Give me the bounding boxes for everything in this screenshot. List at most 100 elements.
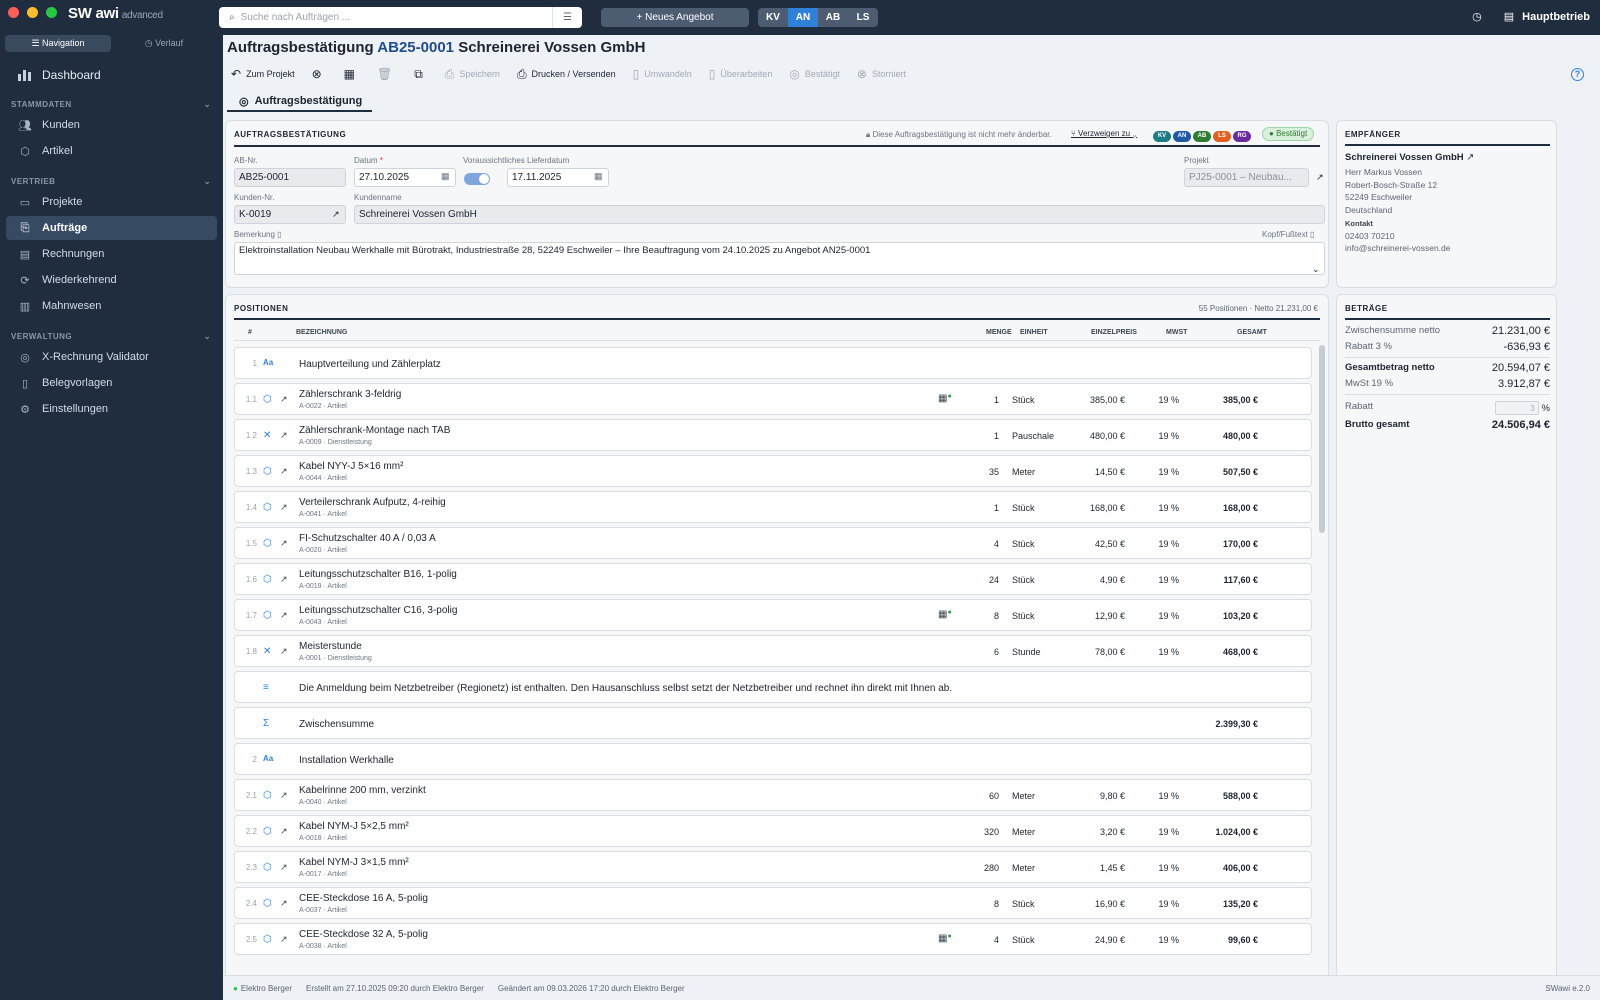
position-row[interactable]: 1.6 ⬡ ↗ Leitungsschutzschalter B16, 1-polig… [234, 563, 1312, 595]
sidebar-item-xrechnung[interactable]: ◎ X-Rechnung Validator [6, 345, 217, 369]
position-row[interactable]: 2.5 ⬡ ↗ CEE-Steckdose 32 A, 5-polig A-0038 ·… [234, 923, 1312, 955]
header-footer-label[interactable]: Kopf/Fußtext ▯ [1262, 230, 1314, 239]
help-icon[interactable]: ? [1571, 68, 1584, 81]
open-link-icon[interactable]: ↗ [332, 209, 340, 220]
open-link-icon[interactable]: ↗ [280, 646, 288, 657]
filter-menu-icon[interactable]: ☰ [552, 7, 582, 28]
subtotal-row[interactable]: Σ Zwischensumme 2.399,30 € [234, 707, 1312, 739]
open-link-icon[interactable]: ↗ [280, 574, 288, 585]
position-row[interactable]: 1.3 ⬡ ↗ Kabel NYY-J 5×16 mm² A-0044 · Artike… [234, 455, 1312, 487]
search-input[interactable]: ⌕ Suche nach Aufträgen ... ☰ [219, 7, 582, 28]
position-row[interactable]: 1.1 ⬡ ↗ Zählerschrank 3-feldrig A-0022 · Art… [234, 383, 1312, 415]
sidebar-item-projekte[interactable]: ▭ Projekte [6, 190, 217, 214]
sidebar-section-stammdaten[interactable]: STAMMDATEN ⌄ [11, 100, 211, 109]
history-icon[interactable]: ◷ [1472, 10, 1482, 23]
address-line: Deutschland [1345, 204, 1393, 215]
pill-ls[interactable]: LS [1213, 131, 1231, 142]
revise-button[interactable]: ▯ Überarbeiten [709, 67, 773, 81]
confirmed-button[interactable]: ◎ Bestätigt [789, 67, 840, 81]
cust-nr-field[interactable]: K-0019 [234, 205, 346, 224]
sidebar-item-dashboard[interactable]: Dashboard [6, 64, 217, 86]
open-link-icon[interactable]: ↗ [280, 502, 288, 513]
col-num: # [248, 329, 252, 336]
sidebar-item-rechnungen[interactable]: ▤ Rechnungen [6, 242, 217, 266]
pill-rg[interactable]: RG [1233, 131, 1251, 142]
contact-email[interactable]: info@schreinerei-vossen.de [1345, 243, 1451, 253]
sidebar-section-vertrieb[interactable]: VERTRIEB ⌄ [11, 177, 211, 186]
tab-auftragsbestaetigung[interactable]: ◎ Auftragsbestätigung [227, 92, 372, 112]
sidebar-item-belegvorlagen[interactable]: ▯ Belegvorlagen [6, 371, 217, 395]
position-row[interactable]: 1.7 ⬡ ↗ Leitungsschutzschalter C16, 3-polig… [234, 599, 1312, 631]
positions-scrollbar[interactable] [1319, 345, 1325, 533]
open-link-icon[interactable]: ↗ [280, 466, 288, 477]
pill-ab[interactable]: AB [1193, 131, 1211, 142]
new-offer-button[interactable]: + Neues Angebot [601, 8, 749, 27]
sidebar-item-einstellungen[interactable]: ⚙ Einstellungen [6, 397, 217, 421]
print-send-button[interactable]: ⎙ Drucken / Versenden [517, 67, 616, 82]
cancelled-button[interactable]: ⊗ Storniert [857, 67, 906, 81]
position-row[interactable]: 1.5 ⬡ ↗ FI-Schutzschalter 40 A / 0,03 A A-00… [234, 527, 1312, 559]
doc-type-kv[interactable]: KV [758, 8, 788, 27]
chevron-down-icon[interactable]: ⌄ [1312, 264, 1320, 275]
delivery-toggle[interactable] [464, 173, 490, 185]
cust-name-field[interactable]: Schreinerei Vossen GmbH [354, 205, 1325, 224]
group-row[interactable]: 1 Aa Hauptverteilung und Zählerplatz [234, 347, 1312, 379]
project-select[interactable]: PJ25-0001 – Neubau... [1184, 168, 1309, 187]
open-link-icon[interactable]: ↗ [280, 862, 288, 873]
sidebar-item-label: X-Rechnung Validator [42, 351, 149, 363]
open-link-icon[interactable]: ↗ [280, 790, 288, 801]
nav-mode-history[interactable]: ◷ Verlauf [111, 35, 217, 52]
position-row[interactable]: 1.4 ⬡ ↗ Verteilerschrank Aufputz, 4-reihig A… [234, 491, 1312, 523]
open-link-icon[interactable]: ↗ [280, 898, 288, 909]
open-link-icon[interactable]: ↗ [280, 430, 288, 441]
open-link-icon[interactable]: ↗ [280, 934, 288, 945]
section-title: VERTRIEB [11, 177, 56, 186]
position-row[interactable]: 2.1 ⬡ ↗ Kabelrinne 200 mm, verzinkt A-0040 ·… [234, 779, 1312, 811]
position-row[interactable]: 1.8 ✕ ↗ Meisterstunde A-0001 · Dienstleistun… [234, 635, 1312, 667]
zoom-window-button[interactable] [46, 7, 57, 18]
sidebar-item-wiederkehrend[interactable]: ⟳ Wiederkehrend [6, 268, 217, 292]
doc-type-an[interactable]: AN [788, 8, 818, 27]
delete-button[interactable]: 🗑︎ [377, 67, 397, 81]
position-row[interactable]: 2.4 ⬡ ↗ CEE-Steckdose 16 A, 5-polig A-0037 ·… [234, 887, 1312, 919]
rabatt-input[interactable]: 3 [1494, 401, 1539, 415]
doc-type-ab[interactable]: AB [818, 8, 848, 27]
position-row[interactable]: 2.3 ⬡ ↗ Kabel NYM-J 3×1,5 mm² A-0017 · Artik… [234, 851, 1312, 883]
open-link-icon[interactable]: ↗ [280, 394, 288, 405]
position-unit: Meter [1012, 791, 1036, 801]
convert-button[interactable]: ▯ Umwandeln [633, 67, 692, 81]
remark-label: Bemerkung ▯ [234, 230, 282, 239]
group-row[interactable]: 2 Aa Installation Werkhalle [234, 743, 1312, 775]
calendar-icon[interactable]: ▦ [594, 171, 603, 182]
close-window-button[interactable] [8, 7, 19, 18]
minimize-window-button[interactable] [27, 7, 38, 18]
remark-textarea[interactable]: Elektroinstallation Neubau Werkhalle mit… [234, 242, 1325, 275]
sidebar-item-artikel[interactable]: ⬡ Artikel [6, 139, 217, 163]
open-link-icon[interactable]: ↗ [1466, 152, 1474, 163]
doc-type-ls[interactable]: LS [848, 8, 878, 27]
pill-an[interactable]: AN [1173, 131, 1191, 142]
save-button[interactable]: ⎙ Speichern [445, 67, 500, 82]
open-link-icon[interactable]: ↗ [1316, 172, 1324, 183]
table-view-button[interactable]: ▦ [344, 67, 360, 81]
close-document-button[interactable]: ⊗ [312, 67, 327, 81]
ab-nr-field[interactable]: AB25-0001 [234, 168, 346, 187]
position-row[interactable]: 2.2 ⬡ ↗ Kabel NYM-J 5×2,5 mm² A-0018 · Artik… [234, 815, 1312, 847]
sidebar-item-auftraege[interactable]: ⎘ Aufträge [6, 216, 217, 240]
nav-mode-toggle: ☰ Navigation ◷ Verlauf [5, 35, 217, 52]
pill-kv[interactable]: KV [1153, 131, 1171, 142]
copy-button[interactable]: ⧉ [414, 67, 428, 82]
back-to-project-button[interactable]: ↶ Zum Projekt [231, 67, 295, 81]
text-row[interactable]: ≡ Die Anmeldung beim Netzbetreiber (Regio… [234, 671, 1312, 703]
open-link-icon[interactable]: ↗ [280, 826, 288, 837]
open-link-icon[interactable]: ↗ [280, 538, 288, 549]
sidebar-section-verwaltung[interactable]: VERWALTUNG ⌄ [11, 332, 211, 341]
sidebar-item-kunden[interactable]: 👥︎ Kunden [6, 113, 217, 137]
position-row[interactable]: 1.2 ✕ ↗ Zählerschrank-Montage nach TAB A-000… [234, 419, 1312, 451]
sidebar-item-mahnwesen[interactable]: ▥ Mahnwesen [6, 294, 217, 318]
nav-mode-navigation[interactable]: ☰ Navigation [5, 35, 111, 52]
branch-dropdown[interactable]: ⑂ Verzweigen zu ⌄ [1071, 129, 1137, 138]
calendar-icon[interactable]: ▦ [441, 171, 450, 182]
company-selector[interactable]: Hauptbetrieb [1522, 11, 1590, 23]
open-link-icon[interactable]: ↗ [280, 610, 288, 621]
